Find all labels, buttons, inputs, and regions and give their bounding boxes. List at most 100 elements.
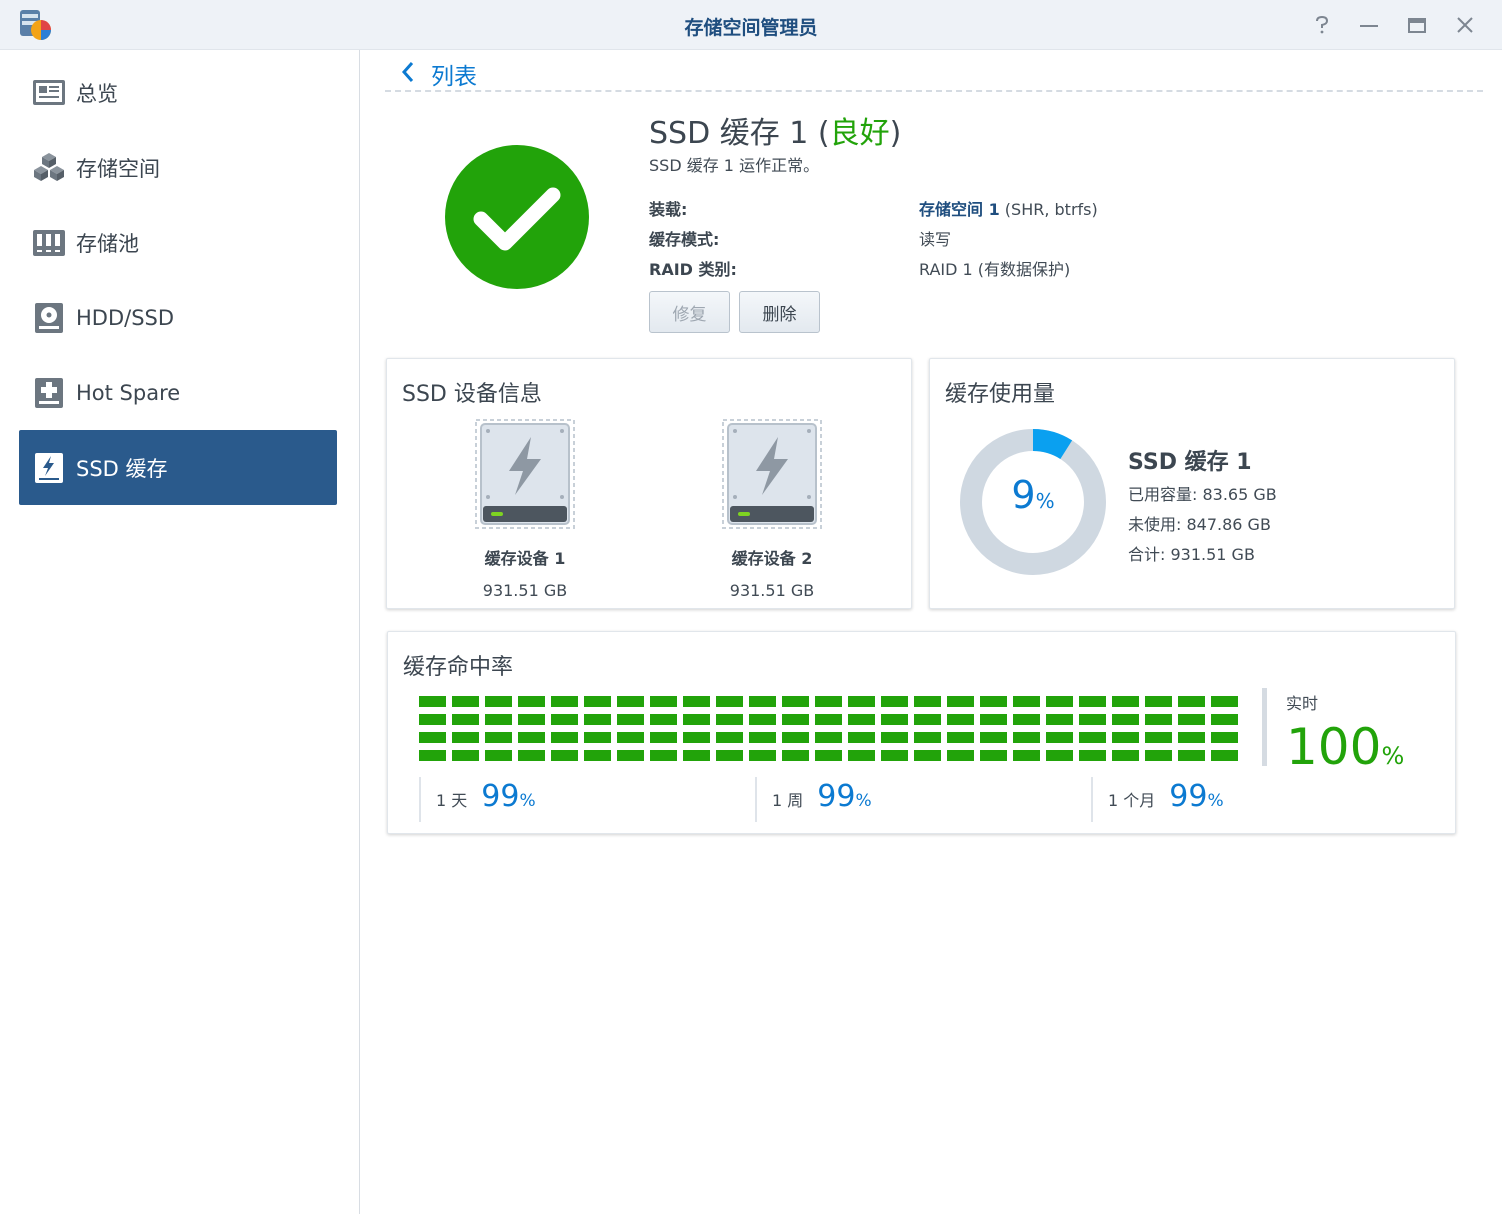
hit-rate-block — [881, 732, 908, 743]
cache-device-2: 缓存设备 2 931.51 GB — [697, 419, 847, 600]
hit-rate-block — [749, 750, 776, 761]
hit-rate-block — [650, 732, 677, 743]
device-name: 缓存设备 1 — [484, 549, 566, 568]
hit-rate-block — [617, 732, 644, 743]
sidebar-item-ssd-cache[interactable]: SSD 缓存 — [19, 430, 337, 505]
hit-rate-block — [782, 750, 809, 761]
hit-rate-block — [1211, 732, 1238, 743]
realtime-divider — [1262, 688, 1267, 766]
hit-rate-block — [980, 750, 1007, 761]
hit-rate-block — [1079, 732, 1106, 743]
sidebar-item-storage-pool[interactable]: 存储池 — [19, 205, 337, 280]
close-icon[interactable] — [1452, 12, 1478, 38]
period-day: 1 天 99% — [419, 777, 536, 822]
usage-percent: 9% — [1011, 473, 1055, 517]
realtime-label: 实时 — [1286, 694, 1319, 713]
hit-rate-block — [1178, 732, 1205, 743]
hit-rate-block — [683, 732, 710, 743]
hit-rate-block — [1145, 714, 1172, 725]
hit-rate-block — [1013, 696, 1040, 707]
cache-device-1: 缓存设备 1 931.51 GB — [450, 419, 600, 600]
hit-rate-block — [881, 714, 908, 725]
hit-rate-block — [1145, 732, 1172, 743]
hit-rate-block — [782, 696, 809, 707]
cache-subtitle: SSD 缓存 1 运作正常。 — [649, 156, 820, 175]
sidebar-item-volume[interactable]: 存储空间 — [19, 130, 337, 205]
realtime-value: 100% — [1286, 718, 1405, 776]
chevron-left-icon — [401, 61, 415, 88]
disk-icon — [35, 303, 63, 333]
hit-rate-block — [683, 714, 710, 725]
hit-rate-block — [1112, 714, 1139, 725]
hit-rate-block — [749, 696, 776, 707]
hit-rate-periods: 1 天 99% 1 周 99% 1 个月 99% — [419, 777, 1249, 822]
hit-rate-block — [914, 750, 941, 761]
volume-link[interactable]: 存储空间 1 — [919, 200, 1000, 219]
hit-rate-block — [452, 714, 479, 725]
sidebar-item-label: SSD 缓存 — [76, 456, 168, 481]
hit-rate-block — [716, 732, 743, 743]
hit-rate-block — [1046, 750, 1073, 761]
hit-rate-block — [947, 714, 974, 725]
hit-rate-block — [617, 714, 644, 725]
hit-rate-block — [1178, 750, 1205, 761]
hit-rate-block — [1178, 696, 1205, 707]
cache-hit-rate-card: 缓存命中率 1 天 99% 1 周 99% 1 个月 99% 实时 100% — [387, 631, 1456, 834]
ssd-cache-icon — [35, 453, 63, 483]
period-week: 1 周 99% — [755, 777, 872, 822]
cache-title: SSD 缓存 1 (良好) — [649, 116, 902, 151]
header-divider — [385, 90, 1483, 92]
sidebar-item-hot-spare[interactable]: Hot Spare — [19, 355, 337, 430]
hit-rate-block — [1112, 732, 1139, 743]
ssd-drive-icon — [722, 419, 822, 529]
hit-rate-block — [881, 750, 908, 761]
hit-rate-block — [815, 714, 842, 725]
info-label: RAID 类别: — [649, 260, 737, 279]
back-label: 列表 — [431, 64, 477, 90]
hit-rate-block — [419, 732, 446, 743]
hit-rate-block — [1013, 750, 1040, 761]
repair-button[interactable]: 修复 — [649, 291, 730, 333]
hit-rate-block — [551, 750, 578, 761]
hit-rate-block — [617, 750, 644, 761]
info-value: 存储空间 1 (SHR, btrfs) — [919, 200, 1098, 219]
hit-rate-block — [584, 732, 611, 743]
hit-rate-block — [1112, 750, 1139, 761]
hit-rate-block — [518, 714, 545, 725]
minimize-icon[interactable] — [1356, 12, 1382, 38]
hit-rate-block — [551, 714, 578, 725]
sidebar-item-overview[interactable]: 总览 — [19, 55, 337, 130]
hit-rate-block — [419, 750, 446, 761]
hit-rate-block — [650, 750, 677, 761]
hit-rate-block — [749, 732, 776, 743]
hit-rate-block — [650, 714, 677, 725]
hit-rate-block — [716, 696, 743, 707]
hit-rate-block — [815, 732, 842, 743]
hit-rate-block — [881, 696, 908, 707]
hit-rate-block — [1112, 696, 1139, 707]
hit-rate-block — [419, 696, 446, 707]
back-to-list-link[interactable]: 列表 — [401, 57, 477, 91]
maximize-icon[interactable] — [1404, 12, 1430, 38]
usage-total: 合计: 931.51 GB — [1128, 545, 1255, 564]
hit-rate-block — [1046, 714, 1073, 725]
hit-rate-block — [1046, 732, 1073, 743]
cache-usage-card: 缓存使用量 9% SSD 缓存 1 已用容量: 83.65 GB 未使用: 84… — [929, 358, 1455, 609]
help-icon[interactable] — [1309, 12, 1335, 38]
card-title: 缓存命中率 — [403, 655, 514, 680]
hit-rate-block — [914, 696, 941, 707]
sidebar-item-hdd-ssd[interactable]: HDD/SSD — [19, 280, 337, 355]
hit-rate-history-grid — [419, 696, 1241, 762]
hit-rate-block — [848, 714, 875, 725]
delete-button[interactable]: 删除 — [739, 291, 820, 333]
hit-rate-block — [815, 696, 842, 707]
hit-rate-block — [947, 732, 974, 743]
hit-rate-block — [452, 750, 479, 761]
hit-rate-block — [452, 696, 479, 707]
card-title: SSD 设备信息 — [402, 382, 542, 407]
hit-rate-block — [419, 714, 446, 725]
sidebar: 总览 存储空间 存储池 HDD/SSD Hot Spare SSD 缓存 — [0, 50, 360, 1214]
hit-rate-block — [815, 750, 842, 761]
status-badge: 良好 — [829, 116, 890, 151]
info-label: 缓存模式: — [649, 230, 720, 249]
